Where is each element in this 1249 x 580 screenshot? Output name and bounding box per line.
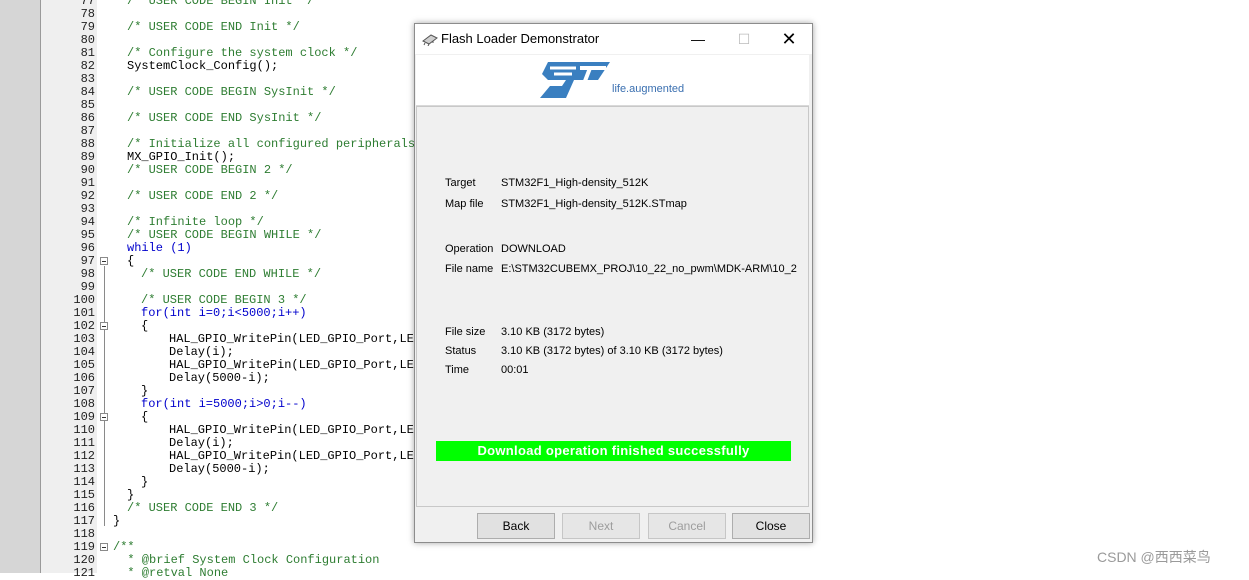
time-label: Time — [445, 364, 470, 376]
operation-value: DOWNLOAD — [501, 243, 566, 255]
code-text: } — [141, 475, 149, 489]
target-label: Target — [445, 177, 476, 189]
code-text: /* USER CODE END 3 */ — [127, 501, 279, 515]
code-text: /* USER CODE END SysInit */ — [127, 111, 322, 125]
status-value: 3.10 KB (3172 bytes) of 3.10 KB (3172 by… — [501, 345, 723, 357]
close-button[interactable]: Close — [732, 513, 810, 539]
line-number: 121 — [73, 566, 95, 580]
next-button[interactable]: Next — [562, 513, 640, 539]
logo-tagline: life.augmented — [612, 83, 685, 95]
code-text: { — [141, 410, 149, 424]
operation-label: Operation — [445, 243, 494, 255]
code-text: SystemClock_Config(); — [127, 59, 279, 73]
time-value: 00:01 — [501, 364, 529, 376]
st-banner: life.augmented — [416, 55, 809, 106]
code-text: /* USER CODE BEGIN Init */ — [127, 0, 315, 8]
back-button[interactable]: Back — [477, 513, 555, 539]
code-text: for(int i=5000;i>0;i--) — [141, 397, 307, 411]
title-bar[interactable]: Flash Loader Demonstrator — ☐ ✕ — [415, 24, 812, 54]
status-label: Status — [445, 345, 477, 357]
code-text: * @retval None — [113, 566, 229, 580]
watermark: CSDN @西西菜鸟 — [1097, 549, 1211, 565]
code-text: for(int i=0;i<5000;i++) — [141, 306, 307, 320]
code-line: 121 * @retval None — [0, 567, 1249, 580]
fold-toggle-icon[interactable] — [100, 413, 108, 421]
code-line: 77/* USER CODE BEGIN Init */ — [0, 0, 1249, 8]
progress-bar: Download operation finished successfully — [436, 441, 791, 461]
flash-loader-dialog: Flash Loader Demonstrator — ☐ ✕ life.aug… — [414, 23, 813, 543]
filesize-label: File size — [445, 326, 486, 338]
code-text: { — [141, 319, 149, 333]
code-text: /* USER CODE END Init */ — [127, 20, 300, 34]
filename-value: E:\STM32CUBEMX_PROJ\10_22_no_pwm\MDK-ARM… — [501, 263, 797, 275]
st-logo-icon — [540, 62, 610, 98]
code-text: /* USER CODE END WHILE */ — [141, 267, 322, 281]
code-text: while (1) — [127, 241, 192, 255]
chip-icon — [422, 34, 438, 46]
cancel-button[interactable]: Cancel — [648, 513, 726, 539]
fold-toggle-icon[interactable] — [100, 322, 108, 330]
code-text: /* USER CODE BEGIN SysInit */ — [127, 85, 336, 99]
code-text: } — [113, 514, 121, 528]
code-text: Delay(5000-i); — [169, 462, 270, 476]
code-text: { — [127, 254, 135, 268]
maximize-button[interactable]: ☐ — [721, 24, 767, 54]
dialog-footer: Back Next Cancel Close — [415, 508, 812, 542]
filename-label: File name — [445, 263, 494, 275]
progress-message: Download operation finished successfully — [477, 443, 750, 458]
operation-info-panel: Target STM32F1_High-density_512K Map fil… — [416, 106, 809, 507]
mapfile-label: Map file — [445, 198, 484, 210]
code-text: /* USER CODE END 2 */ — [127, 189, 279, 203]
close-window-button[interactable]: ✕ — [766, 24, 812, 54]
minimize-button[interactable]: — — [675, 24, 721, 54]
code-text: /* USER CODE BEGIN 2 */ — [127, 163, 293, 177]
fold-toggle-icon[interactable] — [100, 543, 108, 551]
filesize-value: 3.10 KB (3172 bytes) — [501, 326, 605, 338]
mapfile-value: STM32F1_High-density_512K.STmap — [501, 198, 687, 210]
code-text: Delay(5000-i); — [169, 371, 270, 385]
target-value: STM32F1_High-density_512K — [501, 177, 649, 189]
dialog-title: Flash Loader Demonstrator — [441, 31, 600, 46]
fold-toggle-icon[interactable] — [100, 257, 108, 265]
